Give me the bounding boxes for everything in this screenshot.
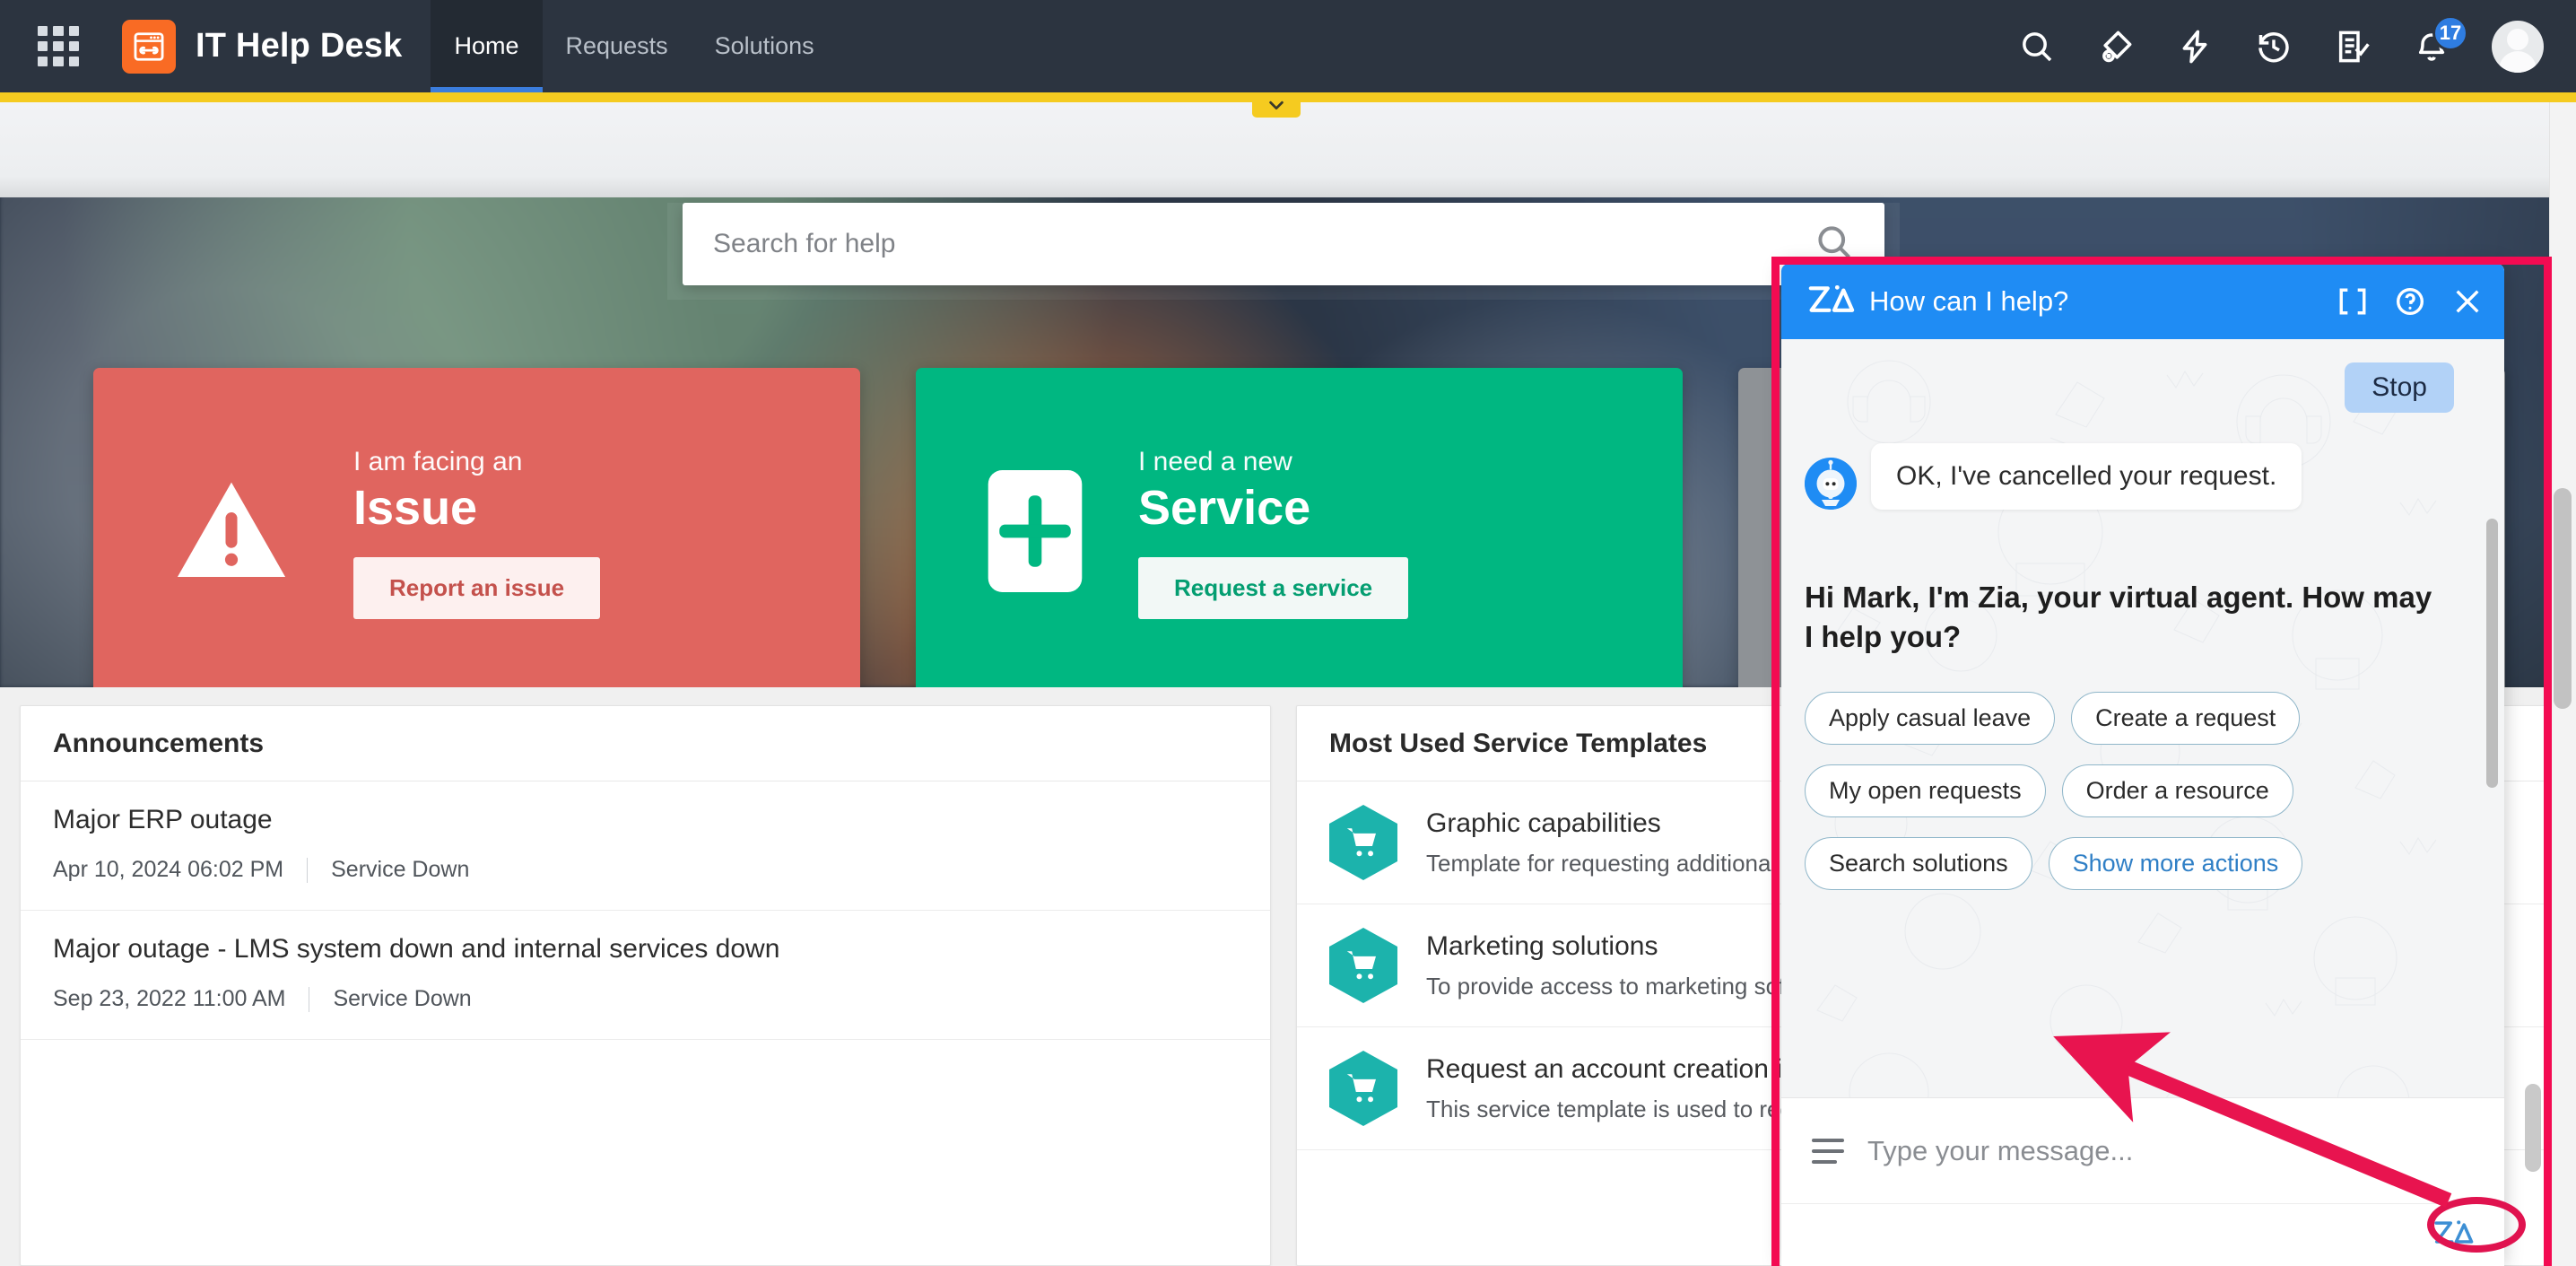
cart-hex-icon [1329,928,1397,1003]
search-input[interactable] [713,229,1815,259]
announcements-panel: Announcements Major ERP outage Apr 10, 2… [20,705,1271,1266]
inner-scrollbar-thumb[interactable] [2525,1084,2541,1172]
chat-footer [1781,1203,2504,1266]
search-icon[interactable] [2018,28,2056,65]
announcement-row[interactable]: Major ERP outage Apr 10, 2024 06:02 PM S… [21,781,1270,911]
template-title: Marketing solutions [1426,931,1785,962]
template-title: Graphic capabilities [1426,808,1771,839]
close-icon[interactable] [2452,286,2483,317]
chat-input-bar [1781,1097,2504,1203]
chat-header-actions [2337,286,2483,317]
search-area [667,203,1900,285]
app-title: IT Help Desk [196,27,402,65]
chip-order-a-resource[interactable]: Order a resource [2062,764,2293,817]
chat-title: How can I help? [1869,285,2068,318]
chat-greeting: Hi Mark, I'm Zia, your virtual agent. Ho… [1805,578,2432,656]
plus-icon [988,470,1083,597]
quick-actions-icon[interactable] [2176,28,2214,65]
chip-show-more-actions[interactable]: Show more actions [2049,837,2303,890]
announcement-meta: Apr 10, 2024 06:02 PM Service Down [53,857,1238,883]
nav-items: Home Requests Solutions [431,0,837,92]
zia-mini-logo-icon[interactable] [2432,1218,2474,1253]
nav-item-home[interactable]: Home [431,0,542,92]
cart-hex-icon [1329,1051,1397,1126]
warning-triangle-icon [165,470,298,597]
announcement-meta: Sep 23, 2022 11:00 AM Service Down [53,986,1238,1012]
notification-badge: 17 [2432,15,2468,51]
stop-button[interactable]: Stop [2345,362,2454,413]
announcement-date: Sep 23, 2022 11:00 AM [53,986,285,1012]
nav-actions: 17 [2018,21,2576,73]
chip-apply-casual-leave[interactable]: Apply casual leave [1805,692,2055,745]
card-subtitle: I am facing an [353,447,522,477]
nav-item-requests[interactable]: Requests [543,0,692,92]
announcement-status: Service Down [333,986,471,1012]
add-ticket-icon[interactable] [2097,28,2135,65]
announcement-title: Major outage - LMS system down and inter… [53,934,1238,965]
card-title: Issue [353,483,477,534]
grid-apps-icon[interactable] [38,26,79,67]
expand-icon[interactable] [2337,286,2368,317]
card-report-issue[interactable]: I am facing an Issue Report an issue [93,368,860,687]
nav-item-solutions[interactable]: Solutions [692,0,838,92]
template-desc: This service template is used to req [1426,1096,1821,1123]
card-request-service[interactable]: I need a new Service Request a service [916,368,1683,687]
template-desc: Template for requesting additiona [1426,850,1771,877]
help-circle-icon[interactable] [2395,286,2425,317]
tasks-icon[interactable] [2334,28,2371,65]
chat-message-area: Stop [1781,339,2504,1097]
chat-message-input[interactable] [1867,1135,2474,1167]
request-a-service-button[interactable]: Request a service [1138,557,1408,619]
chat-scroll-container[interactable]: Stop [1781,339,2504,1097]
announcement-row[interactable]: Major outage - LMS system down and inter… [21,911,1270,1040]
panel-title: Most Used Service Templates [1329,729,1707,759]
stop-row: Stop [1805,362,2474,413]
template-title: Request an account creation in A [1426,1054,1821,1085]
page-scrollbar-thumb[interactable] [2554,488,2572,709]
chat-header: How can I help? [1781,264,2504,339]
zia-bot-avatar [1805,458,1857,510]
chat-scrollbar-thumb[interactable] [2486,519,2498,788]
bot-message-bubble: OK, I've cancelled your request. [1871,443,2302,510]
chip-search-solutions[interactable]: Search solutions [1805,837,2032,890]
announcements-header: Announcements [21,706,1270,781]
top-navbar: IT Help Desk Home Requests Solutions [0,0,2576,92]
chip-create-a-request[interactable]: Create a request [2071,692,2300,745]
zia-logo-icon [1806,282,1855,322]
helpdesk-app-icon[interactable] [122,20,176,74]
panel-title: Announcements [53,729,264,759]
avatar[interactable] [2492,21,2544,73]
menu-lines-icon[interactable] [1812,1139,1844,1164]
template-desc: To provide access to marketing sof [1426,973,1785,1000]
search-bar[interactable] [683,203,1884,285]
strip-collapse-toggle[interactable] [1252,92,1301,118]
chip-my-open-requests[interactable]: My open requests [1805,764,2046,817]
zia-chat-widget: How can I help? [1781,264,2504,1266]
card-title: Service [1138,483,1310,534]
announcement-title: Major ERP outage [53,805,1238,835]
history-icon[interactable] [2255,28,2293,65]
report-an-issue-button[interactable]: Report an issue [353,557,600,619]
announcement-date: Apr 10, 2024 06:02 PM [53,857,283,883]
bot-message-row: OK, I've cancelled your request. [1805,443,2474,510]
card-subtitle: I need a new [1138,447,1292,477]
search-icon[interactable] [1815,223,1854,266]
app-page: IT Help Desk Home Requests Solutions [0,0,2576,1266]
suggested-actions: Apply casual leave Create a request My o… [1805,692,2432,890]
cart-hex-icon [1329,805,1397,880]
announcement-status: Service Down [331,857,469,883]
meta-divider [307,858,308,883]
bell-icon[interactable]: 17 [2413,28,2450,65]
